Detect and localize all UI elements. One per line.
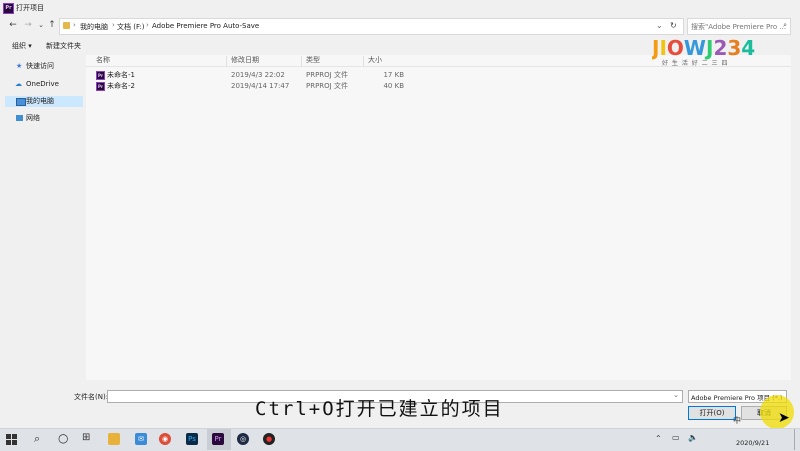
breadcrumb-item[interactable]: 我的电脑 — [80, 22, 108, 32]
video-caption: Ctrl+O打开已建立的项目 — [255, 398, 504, 420]
sidebar-item-quick-access[interactable]: ★ 快速访问 — [0, 61, 85, 72]
file-type: PRPROJ 文件 — [306, 82, 348, 90]
folder-icon — [63, 22, 70, 29]
sidebar-item-label: OneDrive — [26, 80, 59, 88]
file-date: 2019/4/14 17:47 — [231, 82, 290, 90]
forward-button[interactable]: → — [23, 18, 33, 32]
breadcrumb-item[interactable]: Adobe Premiere Pro Auto-Save — [152, 22, 259, 30]
prproj-file-icon: Pr — [96, 71, 105, 80]
watermark-subtitle: 好 生 活 好 二 三 四 — [662, 60, 729, 67]
mail-icon[interactable]: ✉ — [135, 433, 147, 445]
chevron-right-icon: › — [73, 21, 76, 29]
search-icon[interactable]: ⌕ — [34, 432, 40, 446]
file-name: 未命名-2 — [107, 82, 135, 90]
breadcrumb-item[interactable]: 文档 (F:) — [117, 22, 145, 32]
table-row[interactable]: Pr 未命名-2 2019/4/14 17:47 PRPROJ 文件 40 KB — [86, 81, 416, 92]
cinema4d-icon[interactable]: ◎ — [237, 433, 249, 445]
volume-icon[interactable]: 🔈 — [688, 433, 698, 442]
star-icon: ★ — [16, 62, 23, 70]
title-bar: Pr 打开项目 — [0, 0, 800, 15]
ime-indicator[interactable]: 中 — [733, 415, 741, 426]
prproj-file-icon: Pr — [96, 82, 105, 91]
sidebar-item-label: 快速访问 — [26, 62, 54, 70]
search-input[interactable]: 搜索"Adobe Premiere Pro ... ⌕ — [687, 18, 791, 35]
network-icon — [16, 115, 23, 121]
column-divider — [363, 56, 364, 66]
clock-date[interactable]: 2020/9/21 — [736, 439, 769, 447]
back-button[interactable]: ← — [8, 18, 18, 32]
sidebar-item-label: 网络 — [26, 114, 40, 122]
computer-icon — [16, 98, 26, 106]
file-size: 17 KB — [383, 71, 404, 79]
table-row[interactable]: Pr 未命名-1 2019/4/3 22:02 PRPROJ 文件 17 KB — [86, 70, 416, 81]
file-explorer-icon[interactable] — [108, 433, 120, 445]
chevron-down-icon[interactable]: ⌄ — [673, 391, 679, 399]
refresh-icon[interactable]: ↻ — [670, 21, 677, 30]
photoshop-icon[interactable]: Ps — [186, 433, 198, 445]
premiere-app-icon: Pr — [3, 3, 14, 14]
organize-button[interactable]: 组织 ▾ — [12, 41, 32, 51]
address-bar[interactable]: › 我的电脑 › 文档 (F:) › Adobe Premiere Pro Au… — [59, 18, 684, 35]
column-header-size[interactable]: 大小 — [368, 55, 382, 66]
sidebar-item-label: 我的电脑 — [26, 97, 54, 105]
sidebar-item-onedrive[interactable]: ☁ OneDrive — [0, 79, 85, 90]
windows-start-icon[interactable] — [6, 434, 17, 445]
up-button[interactable]: ↑ — [47, 18, 57, 32]
chevron-down-icon[interactable]: ⌄ — [656, 21, 663, 30]
filename-label: 文件名(N): — [74, 393, 109, 401]
column-divider — [226, 56, 227, 66]
show-desktop-button[interactable] — [794, 429, 800, 450]
sidebar-item-my-computer[interactable]: 我的电脑 — [5, 96, 83, 107]
search-placeholder: 搜索"Adobe Premiere Pro ... — [691, 23, 787, 31]
cloud-icon: ☁ — [15, 80, 22, 88]
new-folder-button[interactable]: 新建文件夹 — [46, 41, 81, 51]
file-list: 名称 修改日期 类型 大小 Pr 未命名-1 2019/4/3 22:02 PR… — [86, 55, 791, 380]
window-title: 打开项目 — [16, 4, 44, 12]
chevron-right-icon: › — [112, 21, 115, 29]
premiere-icon[interactable]: Pr — [212, 433, 224, 445]
search-icon: ⌕ — [783, 21, 787, 29]
taskbar: ⌕ ○ ⊞ ✉ ◉ Ps Pr ◎ ● ⌃ ▭ 🔈 中 2020/9/21 — [0, 416, 800, 451]
file-size: 40 KB — [383, 82, 404, 90]
svg-text:JIOWJ234: JIOWJ234 — [652, 36, 755, 60]
task-view-icon[interactable]: ○ — [58, 431, 68, 445]
file-date: 2019/4/3 22:02 — [231, 71, 285, 79]
sidebar-item-network[interactable]: 网络 — [0, 113, 85, 124]
navigation-pane: ★ 快速访问 ☁ OneDrive 我的电脑 网络 — [0, 55, 85, 380]
file-type: PRPROJ 文件 — [306, 71, 348, 79]
chrome-icon[interactable]: ◉ — [159, 433, 171, 445]
column-header-type[interactable]: 类型 — [306, 55, 320, 66]
scrollbar[interactable] — [791, 55, 799, 380]
chevron-right-icon: › — [146, 21, 149, 29]
file-name: 未命名-1 — [107, 71, 135, 79]
column-divider — [301, 56, 302, 66]
open-button[interactable]: 打开(O) — [688, 406, 736, 420]
mouse-cursor-icon: ➤ — [778, 410, 790, 426]
recorder-icon[interactable]: ● — [263, 433, 275, 445]
recent-locations-button[interactable]: ⌄ — [36, 18, 46, 32]
widgets-icon[interactable]: ⊞ — [82, 432, 90, 443]
network-tray-icon[interactable]: ▭ — [672, 433, 680, 442]
column-header-name[interactable]: 名称 — [96, 55, 110, 66]
tray-overflow-icon[interactable]: ⌃ — [655, 434, 662, 443]
column-header-date[interactable]: 修改日期 — [231, 55, 259, 66]
